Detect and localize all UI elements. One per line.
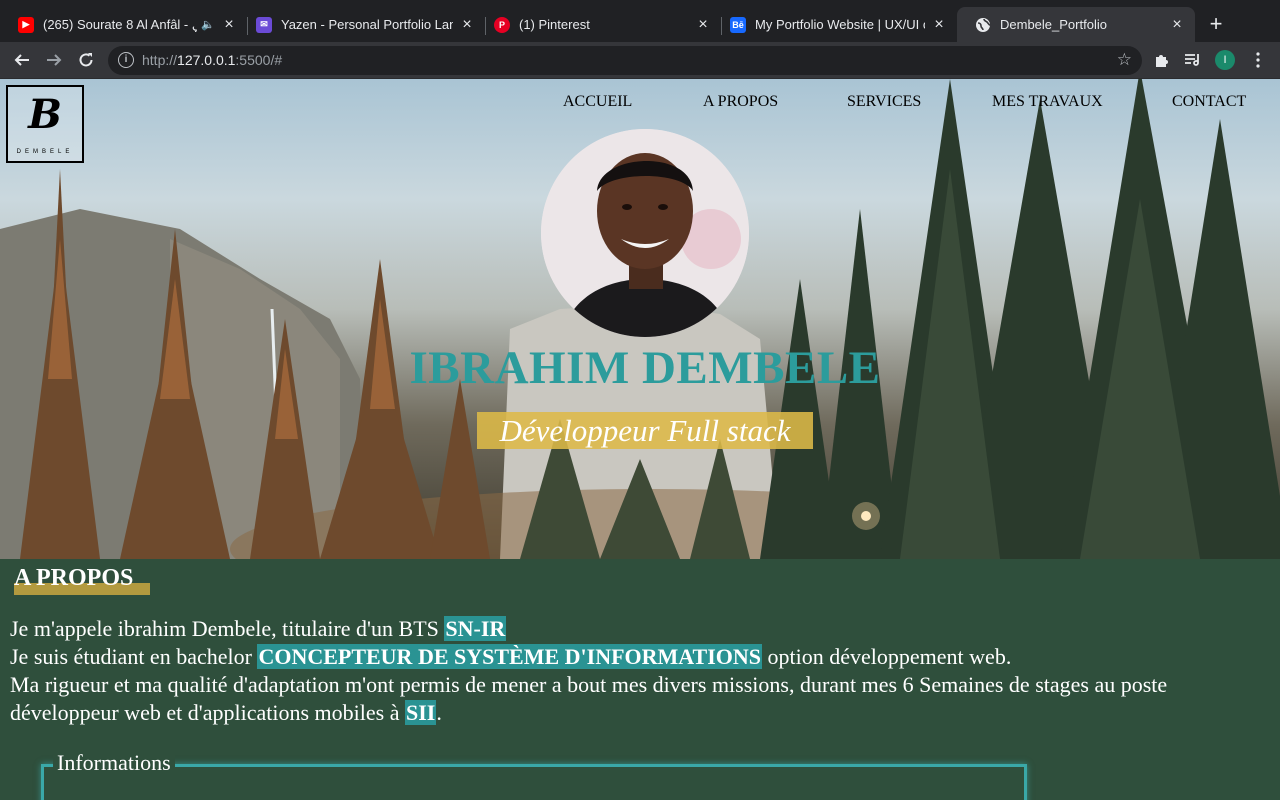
profile-photo bbox=[541, 129, 749, 337]
about-text-span: Je suis étudiant en bachelor bbox=[10, 644, 258, 669]
url-text[interactable]: http://127.0.0.1:5500/# bbox=[142, 52, 282, 68]
url-scheme: http:// bbox=[142, 52, 178, 68]
browser-toolbar: i http://127.0.0.1:5500/# ☆ bbox=[0, 42, 1280, 79]
globe-icon bbox=[975, 17, 991, 33]
browser-tab-pinterest[interactable]: P (1) Pinterest × bbox=[476, 7, 722, 42]
nav-link-accueil[interactable]: ACCUEIL bbox=[563, 93, 632, 111]
about-text-span: Ma rigueur et ma qualité d'adaptation m'… bbox=[10, 672, 1168, 725]
extensions-puzzle-icon[interactable] bbox=[1152, 50, 1172, 70]
browser-tab-yazen[interactable]: ✉ Yazen - Personal Portfolio Landi × bbox=[238, 7, 486, 42]
highlight-sn-ir: SN-IR bbox=[444, 616, 507, 641]
address-bar[interactable]: i http://127.0.0.1:5500/# ☆ bbox=[108, 46, 1142, 75]
about-section: A PROPOS Je m'appele ibrahim Dembele, ti… bbox=[0, 559, 1280, 800]
audio-playing-icon[interactable]: 🔈 bbox=[201, 18, 215, 31]
menu-kebab-icon[interactable] bbox=[1248, 50, 1268, 70]
url-path: :5500/# bbox=[235, 52, 283, 68]
tab-title: Yazen - Personal Portfolio Landi bbox=[281, 17, 453, 32]
hero-name: IBRAHIM DEMBELE bbox=[409, 342, 881, 394]
tab-title: (1) Pinterest bbox=[519, 17, 590, 32]
close-tab-icon[interactable]: × bbox=[695, 16, 711, 34]
nav-link-services[interactable]: SERVICES bbox=[847, 93, 921, 111]
browser-tab-dembele-portfolio[interactable]: Dembele_Portfolio × bbox=[957, 7, 1195, 42]
informations-box bbox=[41, 764, 1027, 800]
youtube-icon: ▶ bbox=[18, 16, 34, 33]
tab-title: My Portfolio Website | UX/UI or bbox=[755, 17, 925, 32]
new-tab-icon[interactable]: + bbox=[1204, 12, 1228, 36]
browser-tab-youtube[interactable]: ▶ (265) Sourate 8 Al Anfâl - علي 🔈 × bbox=[0, 7, 248, 42]
highlight-concepteur: CONCEPTEUR DE SYSTÈME D'INFORMATIONS bbox=[257, 644, 763, 669]
about-paragraph: Je m'appele ibrahim Dembele, titulaire d… bbox=[10, 615, 1170, 727]
back-icon[interactable] bbox=[10, 48, 34, 72]
nav-link-contact[interactable]: CONTACT bbox=[1172, 93, 1246, 111]
nav-link-mes-travaux[interactable]: MES TRAVAUX bbox=[992, 93, 1103, 111]
highlight-sii: SII bbox=[404, 700, 437, 725]
yazen-icon: ✉ bbox=[256, 16, 272, 33]
hero-role-badge: Développeur Full stack bbox=[477, 412, 813, 449]
profile-avatar[interactable]: I bbox=[1215, 50, 1235, 70]
logo-text: DEMBELE bbox=[16, 149, 74, 155]
url-host: 127.0.0.1 bbox=[177, 52, 236, 68]
close-tab-icon[interactable]: × bbox=[1169, 16, 1185, 34]
reload-icon[interactable] bbox=[74, 48, 98, 72]
browser-tab-strip: ▶ (265) Sourate 8 Al Anfâl - علي 🔈 × ✉ Y… bbox=[0, 0, 1280, 42]
behance-icon: Bē bbox=[730, 16, 746, 33]
about-text-span: Je m'appele ibrahim Dembele, titulaire d… bbox=[10, 616, 445, 641]
pinterest-icon: P bbox=[494, 16, 510, 33]
bookmark-star-icon[interactable]: ☆ bbox=[1117, 50, 1132, 70]
site-info-icon[interactable]: i bbox=[118, 52, 134, 68]
hero-section: B DEMBELE ACCUEIL A PROPOS SERVICES MES … bbox=[0, 79, 1280, 559]
tab-title: Dembele_Portfolio bbox=[1000, 17, 1107, 32]
about-text-span: . bbox=[436, 700, 442, 725]
close-tab-icon[interactable]: × bbox=[931, 16, 947, 34]
close-tab-icon[interactable]: × bbox=[459, 16, 475, 34]
nav-link-a-propos[interactable]: A PROPOS bbox=[703, 93, 778, 111]
main-nav: ACCUEIL A PROPOS SERVICES MES TRAVAUX CO… bbox=[0, 93, 1280, 117]
browser-tab-behance[interactable]: Bē My Portfolio Website | UX/UI or × bbox=[712, 7, 957, 42]
forward-icon[interactable] bbox=[42, 48, 66, 72]
informations-legend: Informations bbox=[53, 750, 175, 776]
close-tab-icon[interactable]: × bbox=[221, 16, 237, 34]
media-queue-icon[interactable] bbox=[1183, 50, 1203, 70]
section-title: A PROPOS bbox=[14, 565, 134, 591]
about-text-span: option développement web. bbox=[762, 644, 1012, 669]
tab-title: (265) Sourate 8 Al Anfâl - علي bbox=[43, 16, 197, 32]
